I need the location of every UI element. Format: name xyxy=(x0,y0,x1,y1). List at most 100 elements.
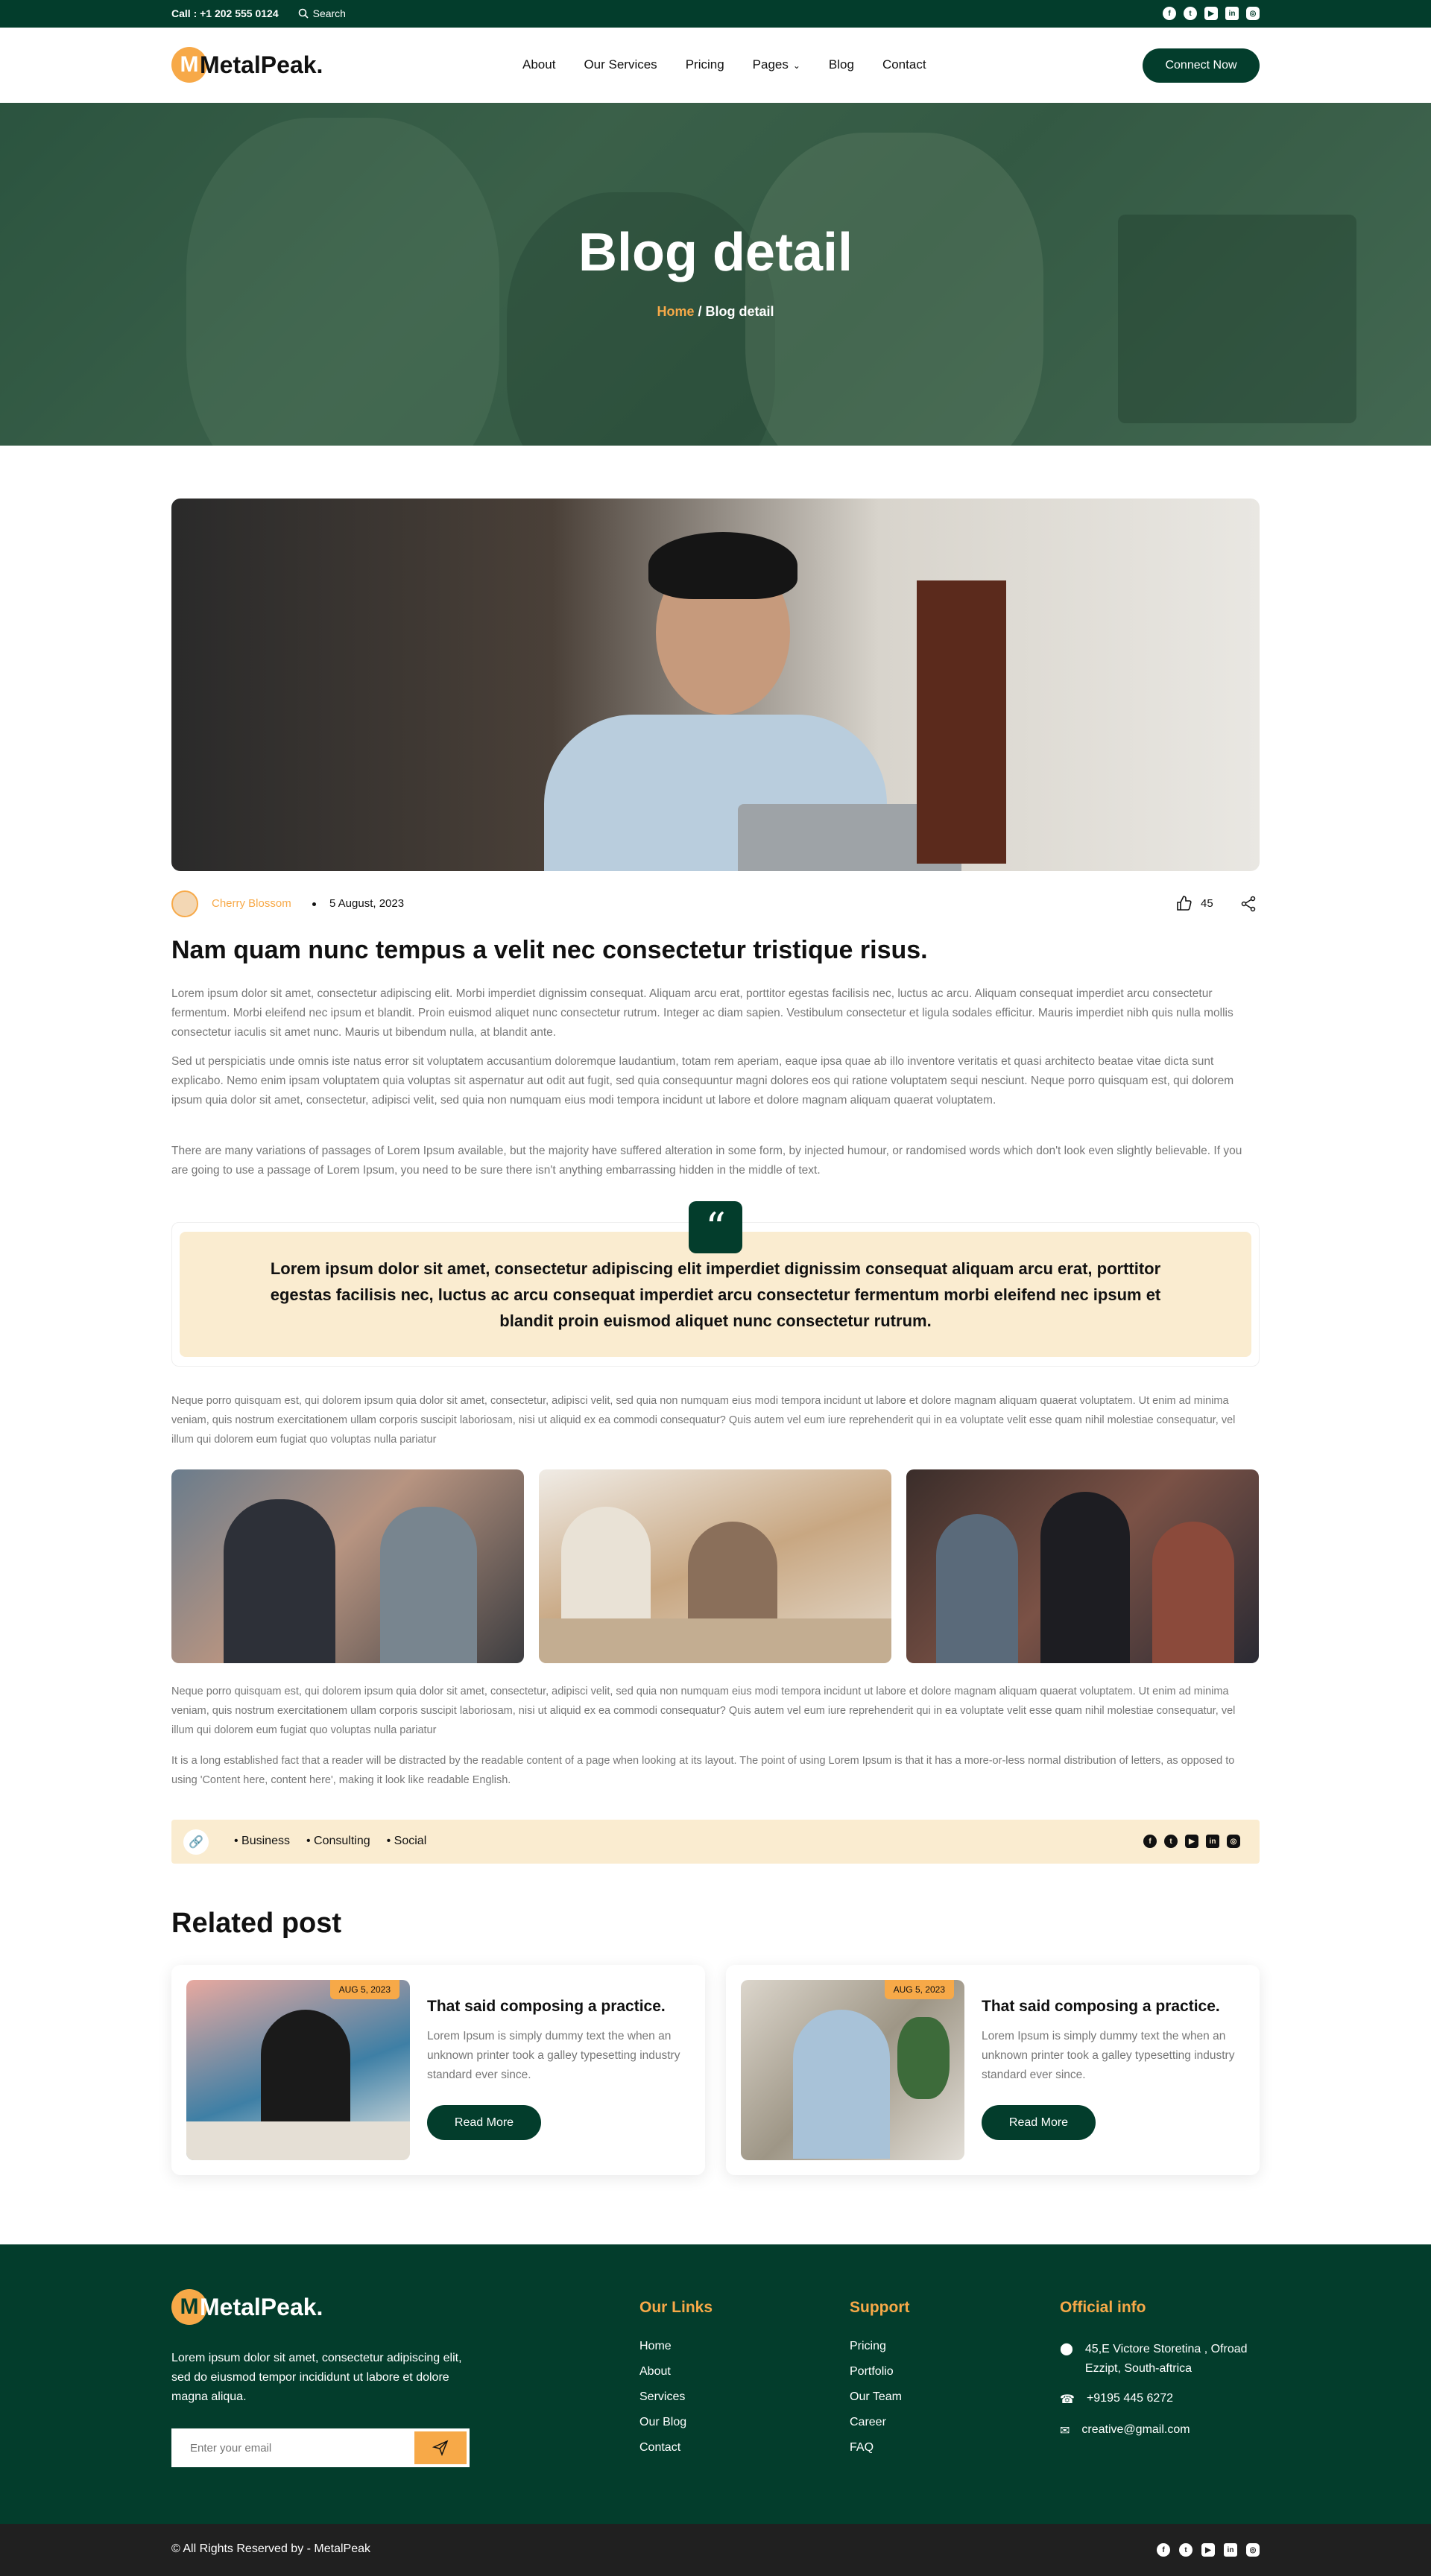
related-card-text: Lorem Ipsum is simply dummy text the whe… xyxy=(427,2030,680,2081)
post-paragraph: It is a long established fact that a rea… xyxy=(171,1755,1235,1786)
instagram-icon[interactable]: ◎ xyxy=(1246,2543,1260,2557)
post-paragraph: There are many variations of passages of… xyxy=(171,1145,1242,1177)
connect-now-button[interactable]: Connect Now xyxy=(1143,48,1260,83)
breadcrumb-home[interactable]: Home xyxy=(657,304,694,319)
linkedin-icon[interactable]: in xyxy=(1206,1835,1219,1848)
nav-services[interactable]: Our Services xyxy=(584,57,657,72)
image-person xyxy=(793,2010,890,2159)
facebook-icon[interactable]: f xyxy=(1143,1835,1157,1848)
twitter-icon[interactable]: t xyxy=(1179,2543,1192,2557)
gallery-person xyxy=(1152,1522,1234,1663)
nav-pages[interactable]: Pages ⌄ xyxy=(753,57,800,72)
footer-about: Lorem ipsum dolor sit amet, consectetur … xyxy=(171,2352,462,2403)
footer-support-title: Support xyxy=(850,2299,910,2316)
related-card-image: AUG 5, 2023 xyxy=(741,1980,964,2160)
nav-contact[interactable]: Contact xyxy=(882,57,926,72)
footer-link[interactable]: Home xyxy=(639,2334,686,2359)
search-link[interactable]: Search xyxy=(298,7,346,19)
email-address: creative@gmail.com xyxy=(1081,2423,1190,2436)
read-more-button[interactable]: Read More xyxy=(427,2105,541,2140)
page-title: Blog detail xyxy=(578,223,853,282)
phone-icon: ☎ xyxy=(1060,2393,1075,2406)
footer-link[interactable]: Career xyxy=(850,2410,902,2435)
footer-links-list: Home About Services Our Blog Contact xyxy=(639,2334,686,2461)
youtube-icon[interactable]: ▶ xyxy=(1204,7,1218,20)
date-badge: AUG 5, 2023 xyxy=(329,1980,399,1999)
logo-text: MetalPeak. xyxy=(200,51,323,78)
footer-link[interactable]: Services xyxy=(639,2384,686,2410)
gallery-person xyxy=(380,1507,477,1663)
address-line: Ezzipt, South-aftrica xyxy=(1084,2362,1192,2375)
related-card-image: AUG 5, 2023 xyxy=(186,1980,410,2160)
gallery-image xyxy=(906,1469,1259,1663)
thumbs-up-icon xyxy=(1177,896,1192,911)
newsletter-submit-button[interactable] xyxy=(414,2431,467,2464)
tag-item[interactable]: • Consulting xyxy=(306,1835,370,1848)
post-meta: Cherry Blossom 5 August, 2023 45 xyxy=(171,890,1260,917)
author-name[interactable]: Cherry Blossom xyxy=(212,897,291,910)
share-icon[interactable] xyxy=(1240,896,1257,912)
related-card-title[interactable]: That said composing a practice. xyxy=(427,1998,666,2016)
nav-blog[interactable]: Blog xyxy=(829,57,854,72)
newsletter-email-input[interactable] xyxy=(171,2428,411,2467)
image-person-hair xyxy=(648,532,797,599)
nav-pages-label: Pages xyxy=(752,57,789,72)
phone-number: +9195 445 6272 xyxy=(1086,2392,1174,2405)
instagram-icon[interactable]: ◎ xyxy=(1227,1835,1240,1848)
nav-pricing[interactable]: Pricing xyxy=(686,57,724,72)
post-paragraph: Sed ut perspiciatis unde omnis iste natu… xyxy=(171,1055,1234,1107)
tag-item[interactable]: • Social xyxy=(387,1835,427,1848)
read-more-button[interactable]: Read More xyxy=(982,2105,1096,2140)
post-featured-image xyxy=(171,499,1260,871)
main-nav: About Our Services Pricing Pages ⌄ Blog C… xyxy=(522,57,955,72)
footer-link[interactable]: Our Blog xyxy=(639,2410,686,2435)
footer-links-title: Our Links xyxy=(639,2299,713,2316)
post-paragraph: Neque porro quisquam est, qui dolorem ip… xyxy=(171,1395,1236,1446)
footer-phone[interactable]: ☎ +9195 445 6272 xyxy=(1060,2392,1173,2407)
tags-bar: 🔗 • Business • Consulting • Social f t ▶… xyxy=(171,1820,1260,1864)
footer-logo[interactable]: M MetalPeak. xyxy=(171,2289,323,2325)
link-icon[interactable]: 🔗 xyxy=(183,1829,209,1855)
facebook-icon[interactable]: f xyxy=(1163,7,1176,20)
footer-link[interactable]: Portfolio xyxy=(850,2359,902,2384)
youtube-icon[interactable]: ▶ xyxy=(1185,1835,1198,1848)
address-line: 45,E Victore Storetina , Ofroad xyxy=(1084,2343,1248,2355)
tag-label: Social xyxy=(394,1835,427,1847)
youtube-icon[interactable]: ▶ xyxy=(1201,2543,1215,2557)
tag-item[interactable]: • Business xyxy=(234,1835,290,1848)
tag-label: Business xyxy=(241,1835,290,1847)
site-footer: M MetalPeak. Lorem ipsum dolor sit amet,… xyxy=(0,2244,1431,2524)
breadcrumb-current: Blog detail xyxy=(705,304,774,319)
related-heading: Related post xyxy=(171,1908,342,1939)
twitter-icon[interactable]: t xyxy=(1184,7,1197,20)
footer-link[interactable]: Contact xyxy=(639,2435,686,2461)
footer-email[interactable]: ✉ creative@gmail.com xyxy=(1060,2423,1190,2438)
brand-logo[interactable]: M MetalPeak. xyxy=(171,47,323,83)
image-desk xyxy=(186,2121,410,2160)
footer-address: ⬤ 45,E Victore Storetina , Ofroad Ezzipt… xyxy=(1060,2340,1248,2379)
footer-link[interactable]: Pricing xyxy=(850,2334,902,2359)
related-card-title[interactable]: That said composing a practice. xyxy=(982,1998,1220,2016)
avatar[interactable] xyxy=(171,890,198,917)
nav-about[interactable]: About xyxy=(522,57,555,72)
breadcrumb: Home / Blog detail xyxy=(0,304,1431,320)
like-button[interactable]: 45 xyxy=(1175,895,1213,911)
footer-link[interactable]: About xyxy=(639,2359,686,2384)
facebook-icon[interactable]: f xyxy=(1157,2543,1170,2557)
location-pin-icon: ⬤ xyxy=(1060,2343,1073,2355)
like-count: 45 xyxy=(1201,896,1213,910)
instagram-icon[interactable]: ◎ xyxy=(1246,7,1260,20)
linkedin-icon[interactable]: in xyxy=(1224,2543,1237,2557)
mail-icon: ✉ xyxy=(1060,2425,1070,2437)
gallery-person xyxy=(224,1499,335,1663)
footer-social-icons: f t ▶ in ◎ xyxy=(1157,2543,1260,2557)
footer-link[interactable]: FAQ xyxy=(850,2435,902,2461)
related-card[interactable]: AUG 5, 2023 That said composing a practi… xyxy=(171,1965,705,2175)
footer-support-list: Pricing Portfolio Our Team Career FAQ xyxy=(850,2334,902,2461)
linkedin-icon[interactable]: in xyxy=(1225,7,1239,20)
footer-link[interactable]: Our Team xyxy=(850,2384,902,2410)
newsletter-form xyxy=(171,2428,470,2467)
related-card[interactable]: AUG 5, 2023 That said composing a practi… xyxy=(726,1965,1260,2175)
post-paragraph: Neque porro quisquam est, qui dolorem ip… xyxy=(171,1686,1236,1736)
twitter-icon[interactable]: t xyxy=(1164,1835,1178,1848)
